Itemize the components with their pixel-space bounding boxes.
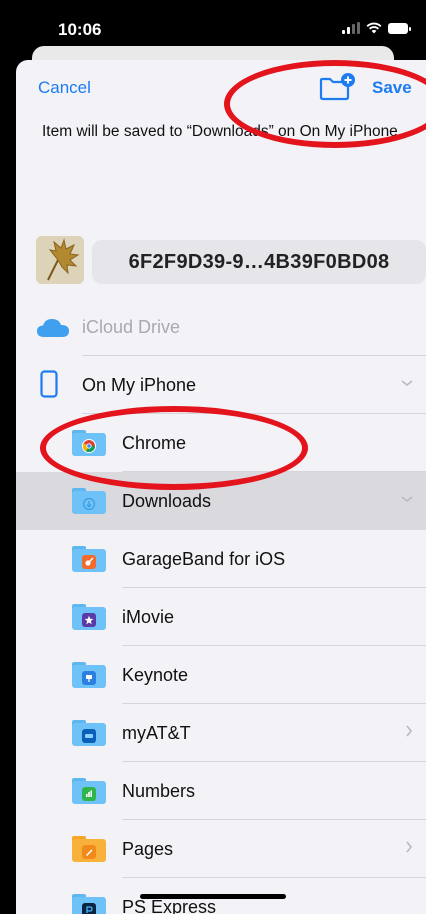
folder-row-selected[interactable]: Downloads (16, 472, 426, 530)
save-destination-text: Item will be saved to “Downloads” on On … (42, 123, 403, 140)
status-time: 10:06 (58, 20, 102, 39)
file-name-field[interactable]: 6F2F9D39-9…4B39F0BD08 (92, 240, 426, 284)
folder-label: myAT&T (122, 723, 191, 743)
location-icloud-drive: iCloud Drive (16, 298, 426, 356)
signal-icon (342, 22, 360, 34)
pages-icon (82, 845, 96, 859)
chevron-right-icon[interactable] (404, 724, 414, 738)
folder-icon (72, 488, 106, 514)
guitar-icon (82, 555, 96, 569)
battery-icon (388, 22, 411, 34)
save-sheet: Cancel Save Item will be saved to “Downl… (16, 60, 426, 914)
location-list: iCloud Drive On My iPhone Chrome Downloa… (16, 298, 426, 914)
numbers-icon (82, 787, 96, 801)
folder-label: PS Express (122, 897, 217, 914)
folder-row[interactable]: Pages (16, 820, 426, 878)
folder-row[interactable]: myAT&T (16, 704, 426, 762)
location-label: On My iPhone (82, 375, 197, 395)
folder-row[interactable]: GarageBand for iOS (16, 530, 426, 588)
keynote-icon (82, 671, 96, 685)
chrome-icon (82, 439, 96, 453)
folder-label: Pages (122, 839, 174, 859)
folder-icon (72, 894, 106, 914)
att-icon (82, 729, 96, 743)
folder-label: GarageBand for iOS (122, 549, 286, 569)
folder-icon (72, 836, 106, 862)
ps-express-icon (82, 903, 96, 914)
folder-label: iMovie (122, 607, 175, 627)
nav-bar: Cancel Save (16, 60, 426, 116)
folder-icon (72, 430, 106, 456)
folder-row[interactable]: iMovie (16, 588, 426, 646)
file-thumbnail (36, 236, 84, 284)
download-icon (82, 497, 96, 511)
folder-icon (72, 662, 106, 688)
leaf-image (36, 236, 84, 284)
location-on-my-iphone[interactable]: On My iPhone (16, 356, 426, 414)
folder-row[interactable]: Chrome (16, 414, 426, 472)
folder-label: Numbers (122, 781, 196, 801)
folder-icon (72, 546, 106, 572)
location-label: iCloud Drive (82, 317, 181, 337)
file-row: 6F2F9D39-9…4B39F0BD08 (36, 230, 426, 290)
cloud-icon (37, 319, 69, 337)
folder-label: Chrome (122, 433, 187, 453)
folder-row[interactable]: Keynote (16, 646, 426, 704)
iphone-icon (40, 370, 58, 398)
folder-label: Keynote (122, 665, 189, 685)
folder-row[interactable]: Numbers (16, 762, 426, 820)
home-indicator[interactable] (140, 894, 286, 899)
folder-label: Downloads (122, 491, 212, 511)
chevron-down-icon[interactable] (400, 378, 414, 388)
folder-icon (72, 604, 106, 630)
folder-icon (72, 720, 106, 746)
chevron-down-icon[interactable] (400, 494, 414, 504)
cancel-button[interactable]: Cancel (38, 78, 91, 98)
star-icon (82, 613, 96, 627)
status-icons (342, 22, 411, 34)
wifi-icon (366, 22, 382, 34)
save-button[interactable]: Save (372, 78, 412, 98)
chevron-right-icon[interactable] (404, 840, 414, 854)
folder-icon (72, 778, 106, 804)
new-folder-icon[interactable] (318, 72, 356, 102)
